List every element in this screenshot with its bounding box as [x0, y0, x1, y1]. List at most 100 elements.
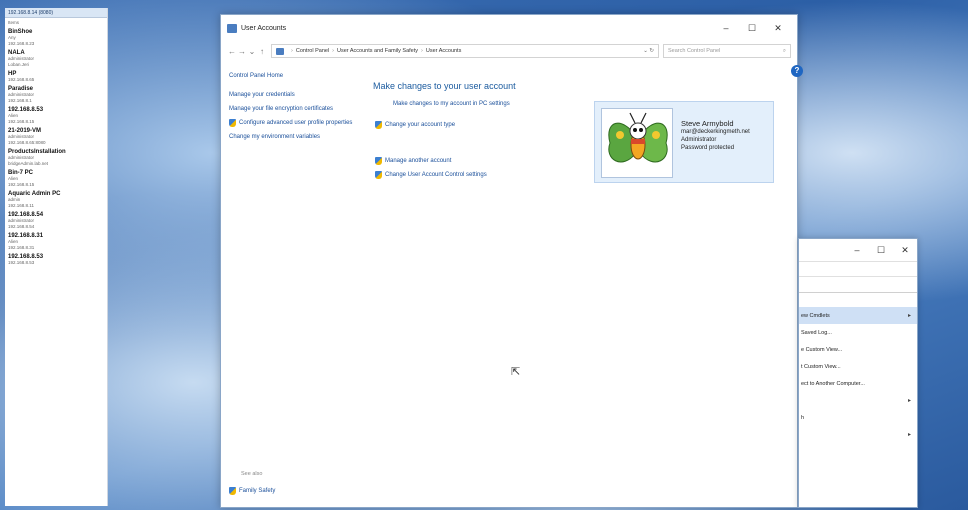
action-menu-item[interactable]: ▸ — [799, 426, 917, 443]
connection-detail: 192.168.8.11 — [8, 203, 34, 208]
mouse-cursor-icon: ⇱ — [511, 366, 521, 378]
account-action-label: Change User Account Control settings — [385, 172, 487, 178]
address-bar-row: ← → ⌄ ↑ › Control Panel › User Accounts … — [221, 41, 797, 61]
action-menu-item[interactable]: e Custom View... — [799, 341, 917, 358]
control-panel-home-link[interactable]: Control Panel Home — [229, 73, 359, 79]
left-nav-link-label: Change my environment variables — [229, 134, 321, 140]
connection-item[interactable]: BinShoe Any 192.168.8.23 — [5, 27, 107, 48]
connection-detail: 192.168.8.54 — [8, 224, 35, 229]
user-name: Steve Armybold — [681, 119, 734, 128]
connection-item[interactable]: Bin-7 PC Alien 192.168.8.15 — [5, 168, 107, 189]
dropdown-chevron-icon[interactable]: ⌄ — [247, 47, 257, 56]
secondary-window: – ☐ ✕ ew Cmdlets ▸ Saved Log... e Custom Vi… — [798, 238, 918, 508]
user-role: Administrator — [681, 137, 717, 143]
secondary-header — [799, 277, 917, 293]
connection-detail: Loban.Jeri — [8, 62, 30, 67]
left-navigation: Control Panel Home Manage your credentia… — [229, 73, 359, 147]
action-menu-item[interactable]: ▸ — [799, 392, 917, 409]
breadcrumb-user-accounts-family[interactable]: User Accounts and Family Safety — [337, 48, 418, 54]
actions-list: ew Cmdlets ▸ Saved Log... e Custom View... t… — [799, 307, 917, 443]
shield-icon — [375, 171, 382, 179]
action-menu-item[interactable]: h — [799, 409, 917, 426]
connection-item[interactable]: ProductsInstallation administrator bridgeA… — [5, 147, 107, 168]
maximize-button[interactable]: ☐ — [739, 23, 765, 34]
connection-item[interactable]: 192.168.8.53 192.168.8.53 — [5, 252, 107, 267]
see-also-heading: See also — [241, 471, 263, 477]
connection-detail: 192.168.8.53 — [8, 260, 35, 265]
connection-item[interactable]: 192.168.8.31 Alien 192.168.8.31 — [5, 231, 107, 252]
left-nav-link[interactable]: Manage your credentials — [229, 91, 359, 99]
connection-detail: 192.168.8.15 — [8, 119, 35, 124]
minimize-button[interactable]: – — [713, 23, 739, 34]
connection-item[interactable]: Aquaric Admin PC admin 192.168.8.11 — [5, 189, 107, 210]
submenu-arrow-icon: ▸ — [907, 313, 911, 319]
breadcrumb-control-panel[interactable]: Control Panel — [296, 48, 329, 54]
connection-detail: 192.168.8.1 — [8, 98, 32, 103]
user-email: mar@deckerkingmeth.net — [681, 129, 750, 135]
family-safety-link[interactable]: Family Safety — [229, 487, 275, 495]
connection-item[interactable]: 192.168.8.54 administrator 192.168.8.54 — [5, 210, 107, 231]
help-icon[interactable]: ? — [791, 65, 803, 77]
connections-list: BinShoe Any 192.168.8.23 NALA administrator L… — [5, 27, 107, 267]
secondary-minimize-button[interactable]: – — [845, 245, 869, 255]
window-title-bar[interactable]: User Accounts – ☐ ✕ — [221, 15, 797, 41]
connection-detail: 192.168.8.15 — [8, 182, 35, 187]
user-card: Steve Armybold mar@deckerkingmeth.net Ad… — [594, 101, 774, 183]
control-panel-icon — [276, 47, 284, 55]
action-menu-item[interactable]: t Custom View... — [799, 358, 917, 375]
avatar — [601, 108, 673, 178]
page-title: Make changes to your user account — [373, 81, 516, 91]
connection-detail: 192.168.8.65 — [8, 77, 35, 82]
connection-item[interactable]: 192.168.8.53 Alien 192.168.8.15 — [5, 105, 107, 126]
connection-detail: 192.168.8.31 — [8, 245, 35, 250]
user-info: Steve Armybold mar@deckerkingmeth.net Ad… — [681, 120, 750, 176]
submenu-arrow-icon: ▸ — [907, 398, 911, 404]
action-menu-item-label: e Custom View... — [801, 346, 843, 353]
connections-panel: 192.168.8.14 (8080) Items BinShoe Any 192.… — [5, 8, 108, 506]
action-menu-item-label: ect to Another Computer... — [801, 380, 865, 387]
submenu-arrow-icon: ▸ — [907, 432, 911, 438]
secondary-close-button[interactable]: ✕ — [893, 245, 917, 256]
action-menu-item-label: Saved Log... — [801, 329, 832, 336]
connection-detail: bridgeAdmin.lab.net — [8, 161, 49, 166]
connections-header: 192.168.8.14 (8080) — [5, 8, 107, 18]
connection-detail: 192.168.8.23 — [8, 41, 35, 46]
connection-item[interactable]: 21-2019-VM administrator 192.168.8.65:8080 — [5, 126, 107, 147]
back-arrow-icon[interactable]: ← — [227, 47, 237, 56]
up-arrow-icon[interactable]: ↑ — [257, 47, 267, 56]
action-menu-item[interactable]: Saved Log... — [799, 324, 917, 341]
action-menu-item[interactable]: ect to Another Computer... — [799, 375, 917, 392]
breadcrumb-user-accounts[interactable]: User Accounts — [426, 48, 461, 54]
user-password-status: Password protected — [681, 145, 735, 151]
search-input[interactable]: Search Control Panel ⌕ — [663, 44, 791, 58]
left-nav-link-label: Manage your file encryption certificates — [229, 106, 334, 112]
secondary-title-bar[interactable]: – ☐ ✕ — [799, 239, 917, 261]
breadcrumb[interactable]: › Control Panel › User Accounts and Fami… — [271, 44, 659, 58]
shield-icon — [229, 487, 236, 495]
search-icon: ⌕ — [782, 47, 786, 54]
left-nav-link[interactable]: Manage your file encryption certificates — [229, 105, 359, 113]
shield-icon — [375, 121, 382, 129]
action-menu-item-label: h — [801, 414, 805, 421]
window-title: User Accounts — [241, 24, 287, 32]
secondary-maximize-button[interactable]: ☐ — [869, 245, 893, 256]
secondary-toolbar — [799, 261, 917, 277]
butterfly-avatar-icon — [608, 112, 668, 163]
account-action-label: Manage another account — [385, 158, 452, 164]
close-button[interactable]: ✕ — [765, 23, 791, 34]
left-nav-link-label: Manage your credentials — [229, 92, 295, 98]
account-action-label: Change your account type — [385, 122, 456, 128]
user-accounts-icon — [227, 23, 237, 33]
left-nav-link-label: Configure advanced user profile properti… — [239, 120, 353, 126]
user-accounts-window: User Accounts – ☐ ✕ ← → ⌄ ↑ › Control Pa… — [220, 14, 803, 508]
forward-arrow-icon[interactable]: → — [237, 47, 247, 56]
left-nav-link[interactable]: Configure advanced user profile properti… — [229, 119, 359, 127]
connections-subheader: Items — [8, 20, 20, 25]
refresh-icon[interactable]: ⌄ ↻ — [643, 48, 654, 54]
left-nav-link[interactable]: Change my environment variables — [229, 133, 359, 141]
connection-item[interactable]: NALA administrator Loban.Jeri — [5, 48, 107, 69]
connection-item[interactable]: Paradise administrator 192.168.8.1 — [5, 84, 107, 105]
action-menu-item[interactable]: ew Cmdlets ▸ — [799, 307, 917, 324]
connection-item[interactable]: HP 192.168.8.65 — [5, 69, 107, 84]
action-menu-item-label: ew Cmdlets — [801, 312, 830, 319]
